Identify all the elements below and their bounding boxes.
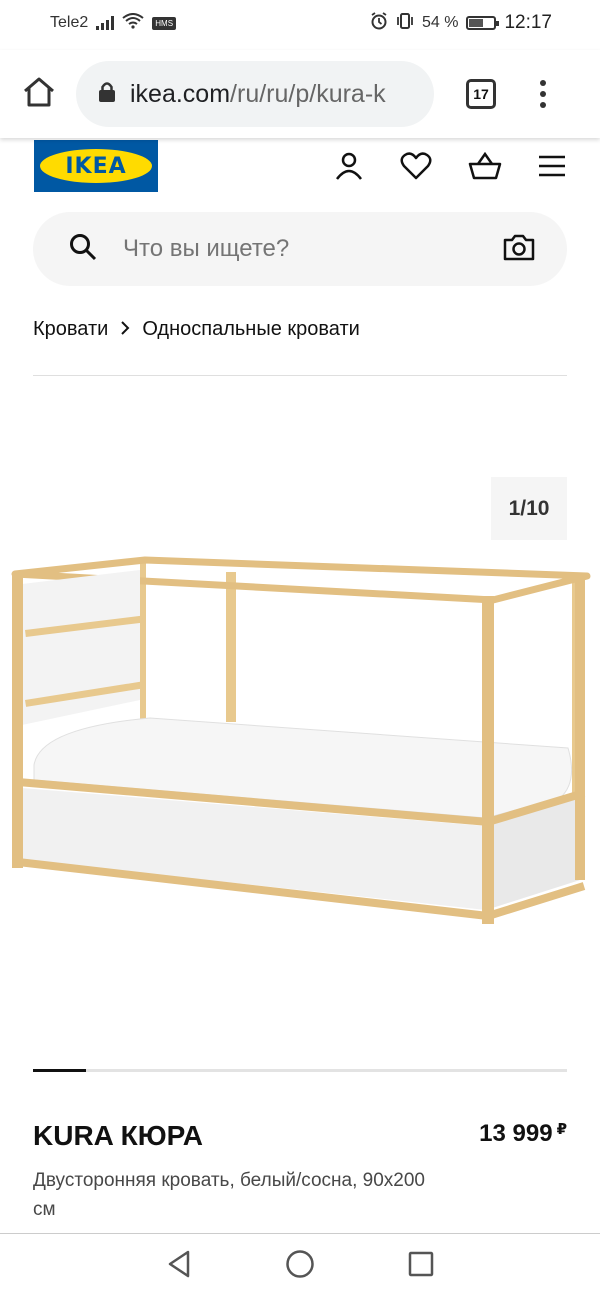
lock-icon xyxy=(98,81,116,108)
price-value: 13 999 xyxy=(479,1120,553,1147)
gallery-progress xyxy=(33,1069,567,1072)
product-image[interactable] xyxy=(0,550,600,940)
system-nav-bar xyxy=(0,1233,600,1299)
user-icon[interactable] xyxy=(334,151,364,181)
recents-icon[interactable] xyxy=(408,1251,434,1282)
home-circle-icon[interactable] xyxy=(285,1249,315,1284)
header-actions xyxy=(334,151,566,181)
menu-icon[interactable] xyxy=(538,155,566,177)
product-price: 13 999 ₽ xyxy=(479,1120,567,1148)
back-icon[interactable] xyxy=(166,1250,192,1283)
ikea-logo[interactable]: IKEA xyxy=(34,140,158,192)
logo-text: IKEA xyxy=(40,149,152,183)
home-icon[interactable] xyxy=(22,76,56,113)
price-currency: ₽ xyxy=(556,1121,567,1138)
battery-percent: 54 % xyxy=(421,14,459,31)
carrier-label: Tele2 xyxy=(50,14,89,31)
search-bar[interactable] xyxy=(33,212,567,286)
search-input[interactable] xyxy=(123,235,503,263)
wifi-icon xyxy=(122,12,144,34)
status-left: Tele2 HMS xyxy=(50,12,177,34)
tab-switcher-button[interactable]: 17 xyxy=(466,79,496,109)
hms-icon: HMS xyxy=(152,16,177,30)
product-name: KURA КЮРА xyxy=(33,1120,204,1151)
breadcrumb: Кровати Односпальные кровати xyxy=(33,318,360,341)
more-menu-icon[interactable] xyxy=(540,80,546,108)
browser-toolbar: ikea.com/ru/ru/p/kura-k 17 xyxy=(0,50,600,138)
alarm-icon xyxy=(370,11,388,35)
vibrate-icon xyxy=(396,12,414,35)
signal-icon xyxy=(96,16,115,30)
battery-icon xyxy=(466,16,500,30)
url-path: /ru/ru/p/kura-k xyxy=(230,79,386,108)
image-counter: 1/10 xyxy=(491,477,567,540)
status-right: 54 % 12:17 xyxy=(370,11,552,35)
breadcrumb-item-beds[interactable]: Кровати xyxy=(33,318,108,341)
url-text: ikea.com/ru/ru/p/kura-k xyxy=(130,80,386,109)
cart-icon[interactable] xyxy=(468,152,502,180)
product-description: Двусторонняя кровать, белый/сосна, 90x20… xyxy=(33,1170,425,1220)
search-icon xyxy=(69,233,97,266)
chevron-right-icon xyxy=(120,319,130,340)
address-bar[interactable]: ikea.com/ru/ru/p/kura-k xyxy=(76,61,434,127)
divider xyxy=(33,375,567,376)
url-host: ikea.com xyxy=(130,79,231,108)
breadcrumb-item-single-beds[interactable]: Односпальные кровати xyxy=(142,318,360,341)
site-header: IKEA xyxy=(0,136,600,196)
status-bar: Tele2 HMS 54 % 12:17 xyxy=(0,0,600,46)
heart-icon[interactable] xyxy=(400,152,432,180)
camera-icon[interactable] xyxy=(503,233,535,266)
clock: 12:17 xyxy=(504,12,552,33)
